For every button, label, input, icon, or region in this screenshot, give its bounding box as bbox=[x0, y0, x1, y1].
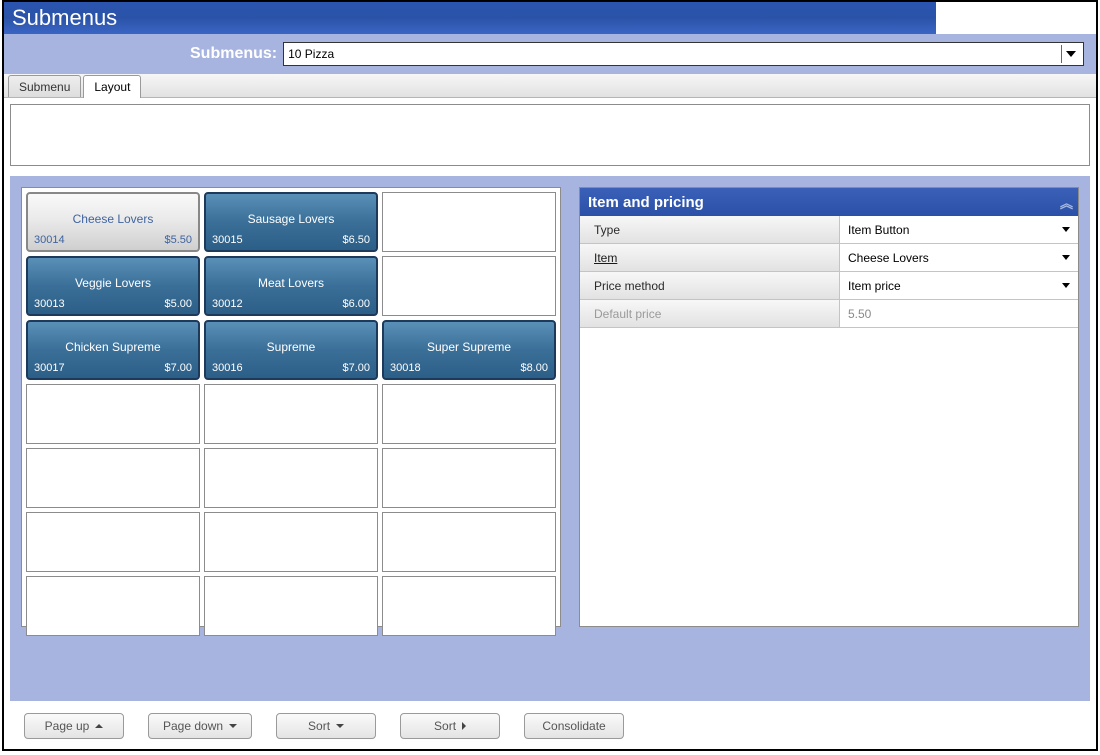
item-price: $8.00 bbox=[520, 362, 548, 374]
submenu-toolbar: Submenus: 10 Pizza bbox=[4, 34, 1096, 74]
property-row: Price method Item price bbox=[580, 272, 1078, 300]
body-area: Cheese Lovers 30014 $5.50 Sausage Lovers 300… bbox=[4, 98, 1096, 707]
info-box bbox=[10, 104, 1090, 166]
property-value: 5.50 bbox=[840, 300, 1078, 327]
property-value[interactable]: Item Button bbox=[840, 216, 1078, 243]
button-label: Page down bbox=[163, 719, 223, 733]
property-panel-header[interactable]: Item and pricing ︽ bbox=[580, 188, 1078, 216]
dropdown-icon bbox=[1062, 255, 1070, 260]
item-price: $7.00 bbox=[164, 362, 192, 374]
consolidate-button[interactable]: Consolidate bbox=[524, 713, 624, 739]
item-button[interactable]: Sausage Lovers 30015 $6.50 bbox=[204, 192, 378, 252]
arrow-right-icon bbox=[462, 722, 466, 730]
item-name: Cheese Lovers bbox=[28, 212, 198, 226]
dropdown-icon bbox=[1062, 227, 1070, 232]
dropdown-icon bbox=[1062, 283, 1070, 288]
property-label: Type bbox=[580, 216, 840, 243]
property-value[interactable]: Cheese Lovers bbox=[840, 244, 1078, 271]
title-bar-right-box bbox=[936, 2, 1096, 34]
item-button[interactable]: Super Supreme 30018 $8.00 bbox=[382, 320, 556, 380]
item-name: Veggie Lovers bbox=[28, 276, 198, 290]
property-panel-title: Item and pricing bbox=[588, 194, 704, 211]
empty-cell[interactable] bbox=[204, 384, 378, 444]
page-down-button[interactable]: Page down bbox=[148, 713, 252, 739]
property-value-text: 5.50 bbox=[848, 307, 871, 321]
empty-cell[interactable] bbox=[382, 256, 556, 316]
item-name: Supreme bbox=[206, 340, 376, 354]
arrow-up-icon bbox=[95, 724, 103, 728]
item-code: 30014 bbox=[34, 234, 65, 246]
submenu-select[interactable]: 10 Pizza bbox=[283, 42, 1084, 66]
property-value-text: Item Button bbox=[848, 223, 909, 237]
collapse-icon: ︽ bbox=[1060, 193, 1070, 212]
button-label: Sort bbox=[308, 719, 330, 733]
button-label: Sort bbox=[434, 719, 456, 733]
property-label: Default price bbox=[580, 300, 840, 327]
layout-grid-panel: Cheese Lovers 30014 $5.50 Sausage Lovers 300… bbox=[21, 187, 561, 627]
empty-cell[interactable] bbox=[26, 512, 200, 572]
item-button[interactable]: Cheese Lovers 30014 $5.50 bbox=[26, 192, 200, 252]
item-name: Sausage Lovers bbox=[206, 212, 376, 226]
empty-cell[interactable] bbox=[382, 192, 556, 252]
property-value-text: Item price bbox=[848, 279, 901, 293]
item-code: 30012 bbox=[212, 298, 243, 310]
button-label: Page up bbox=[45, 719, 90, 733]
item-code: 30018 bbox=[390, 362, 421, 374]
item-name: Meat Lovers bbox=[206, 276, 376, 290]
empty-cell[interactable] bbox=[204, 512, 378, 572]
item-name: Super Supreme bbox=[384, 340, 554, 354]
sort-right-button[interactable]: Sort bbox=[400, 713, 500, 739]
arrow-down-icon bbox=[229, 724, 237, 728]
empty-cell[interactable] bbox=[26, 384, 200, 444]
property-panel: Item and pricing ︽ Type Item Button Item Ch… bbox=[579, 187, 1079, 627]
page-up-button[interactable]: Page up bbox=[24, 713, 124, 739]
window-title: Submenus bbox=[12, 5, 117, 31]
empty-cell[interactable] bbox=[382, 512, 556, 572]
tab-strip: Submenu Layout bbox=[4, 74, 1096, 98]
property-row: Type Item Button bbox=[580, 216, 1078, 244]
arrow-down-icon bbox=[336, 724, 344, 728]
work-area: Cheese Lovers 30014 $5.50 Sausage Lovers 300… bbox=[10, 176, 1090, 701]
property-row: Item Cheese Lovers bbox=[580, 244, 1078, 272]
layout-grid: Cheese Lovers 30014 $5.50 Sausage Lovers 300… bbox=[26, 192, 556, 636]
property-value-text: Cheese Lovers bbox=[848, 251, 929, 265]
item-price: $6.50 bbox=[342, 234, 370, 246]
tab-label: Layout bbox=[94, 80, 130, 94]
item-code: 30017 bbox=[34, 362, 65, 374]
empty-cell[interactable] bbox=[382, 576, 556, 636]
item-price: $5.50 bbox=[164, 234, 192, 246]
footer-buttons: Page up Page down Sort Sort Consolidate bbox=[4, 707, 1096, 749]
property-label: Price method bbox=[580, 272, 840, 299]
item-name: Chicken Supreme bbox=[28, 340, 198, 354]
submenu-select-value: 10 Pizza bbox=[288, 47, 334, 61]
empty-cell[interactable] bbox=[26, 448, 200, 508]
item-button[interactable]: Veggie Lovers 30013 $5.00 bbox=[26, 256, 200, 316]
property-row: Default price 5.50 bbox=[580, 300, 1078, 328]
item-code: 30015 bbox=[212, 234, 243, 246]
button-label: Consolidate bbox=[542, 719, 605, 733]
submenu-select-label: Submenus: bbox=[190, 45, 277, 63]
item-price: $5.00 bbox=[164, 298, 192, 310]
item-price: $7.00 bbox=[342, 362, 370, 374]
empty-cell[interactable] bbox=[204, 448, 378, 508]
empty-cell[interactable] bbox=[382, 384, 556, 444]
item-code: 30013 bbox=[34, 298, 65, 310]
property-label[interactable]: Item bbox=[580, 244, 840, 271]
tab-label: Submenu bbox=[19, 80, 70, 94]
item-button[interactable]: Meat Lovers 30012 $6.00 bbox=[204, 256, 378, 316]
item-price: $6.00 bbox=[342, 298, 370, 310]
tab-submenu[interactable]: Submenu bbox=[8, 75, 81, 97]
item-button[interactable]: Chicken Supreme 30017 $7.00 bbox=[26, 320, 200, 380]
sort-down-button[interactable]: Sort bbox=[276, 713, 376, 739]
app-window: Submenus Submenus: 10 Pizza Submenu Layo… bbox=[2, 0, 1098, 751]
empty-cell[interactable] bbox=[204, 576, 378, 636]
item-button[interactable]: Supreme 30016 $7.00 bbox=[204, 320, 378, 380]
dropdown-icon bbox=[1061, 45, 1079, 63]
item-code: 30016 bbox=[212, 362, 243, 374]
empty-cell[interactable] bbox=[26, 576, 200, 636]
empty-cell[interactable] bbox=[382, 448, 556, 508]
tab-layout[interactable]: Layout bbox=[83, 75, 141, 98]
property-value[interactable]: Item price bbox=[840, 272, 1078, 299]
title-bar: Submenus bbox=[4, 2, 1096, 34]
